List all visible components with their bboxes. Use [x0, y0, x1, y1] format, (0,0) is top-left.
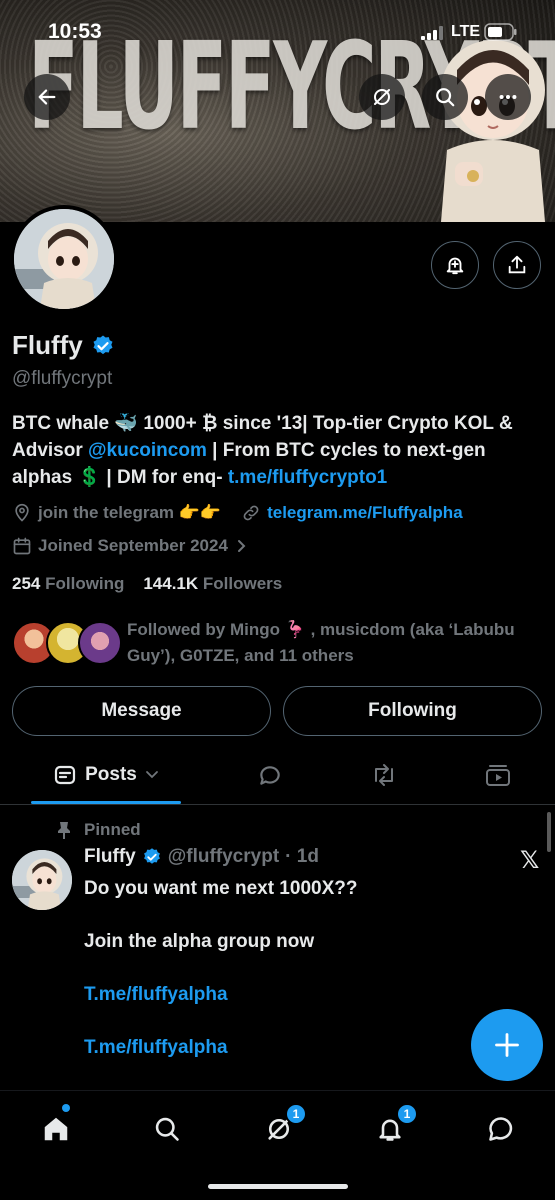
link-icon — [243, 505, 259, 521]
post-text-line: Join the alpha group now — [84, 931, 315, 952]
following-button[interactable]: Following — [283, 686, 542, 736]
nav-notifications[interactable]: 1 — [370, 1103, 418, 1149]
profile-tabs: Posts — [0, 745, 555, 805]
compose-button[interactable] — [471, 1009, 543, 1081]
search-icon — [436, 88, 455, 107]
post-author-handle[interactable]: @fluffycrypt — [168, 846, 279, 868]
home-unread-dot — [62, 1104, 70, 1112]
battery-icon — [484, 23, 517, 41]
calendar-icon — [13, 537, 31, 555]
notify-button[interactable] — [431, 241, 479, 289]
reply-icon — [260, 766, 280, 785]
profile-location: join the telegram 👉👉 — [38, 503, 222, 522]
status-time: 10:53 — [48, 20, 102, 43]
post-time: · 1d — [285, 846, 319, 867]
profile-name: Fluffy — [12, 330, 83, 360]
x-logo-icon[interactable]: 𝕏 — [520, 846, 539, 875]
profile-name-row: Fluffy — [12, 330, 115, 361]
notifications-badge: 1 — [396, 1103, 418, 1125]
tab-media[interactable] — [476, 745, 520, 805]
profile-bio: BTC whale 🐳 1000+ ₿ since '13| Top-tier … — [12, 410, 547, 491]
nav-grok[interactable]: 1 — [259, 1103, 307, 1149]
profile-joined: Joined September 2024 — [38, 536, 228, 555]
follower-avatar — [78, 621, 122, 665]
signal-icon — [421, 26, 443, 40]
following-label: Following — [45, 574, 125, 593]
post-link[interactable]: T.me/fluffyalpha — [84, 1035, 484, 1061]
avatar-illustration — [14, 209, 114, 309]
pinned-label-row: Pinned — [56, 820, 141, 840]
post-author-name[interactable]: Fluffy — [84, 846, 136, 868]
joined-row[interactable]: Joined September 2024 — [12, 536, 248, 556]
post-text-line: Do you want me next 1000X?? — [84, 878, 358, 899]
verified-badge-icon[interactable] — [91, 334, 115, 358]
chevron-right-icon — [237, 540, 246, 552]
following-stat[interactable]: 254 Following — [12, 574, 124, 593]
profile-avatar[interactable] — [10, 205, 118, 313]
profile-handle: @fluffycrypt — [12, 368, 113, 389]
followers-stat[interactable]: 144.1K Followers — [143, 574, 282, 593]
followed-by-row[interactable]: Followed by Mingo 🦩 , musicdom (aka ‘Lab… — [12, 615, 547, 671]
home-icon — [44, 1117, 68, 1141]
message-button[interactable]: Message — [12, 686, 271, 736]
nav-search[interactable] — [147, 1109, 187, 1149]
post-author-avatar[interactable] — [12, 850, 72, 910]
followed-by-text: Followed by Mingo 🦩 , musicdom (aka ‘Lab… — [127, 620, 515, 665]
followers-count: 144.1K — [143, 574, 199, 593]
pin-icon — [58, 822, 70, 839]
nav-messages[interactable] — [481, 1109, 521, 1149]
network-type: LTE — [451, 23, 481, 40]
post-body[interactable]: Do you want me next 1000X?? Join the alp… — [84, 876, 484, 1088]
more-options-button[interactable] — [485, 74, 531, 120]
scrollbar[interactable] — [547, 812, 551, 852]
chevron-down-icon — [145, 771, 158, 779]
plus-icon — [495, 1033, 519, 1057]
share-button[interactable] — [493, 241, 541, 289]
profile-website-link[interactable]: telegram.me/Fluffyalpha — [267, 503, 463, 523]
grok-icon — [374, 89, 390, 105]
verified-badge-icon — [143, 848, 160, 864]
post-link[interactable]: T.me/fluffyalpha — [84, 982, 484, 1008]
repost-icon — [375, 764, 393, 786]
share-icon — [508, 255, 526, 274]
tab-posts-label: Posts — [85, 764, 137, 785]
grok-button[interactable] — [359, 74, 405, 120]
followers-label: Followers — [202, 574, 283, 593]
tab-active-indicator — [31, 801, 181, 804]
arrow-left-icon — [38, 89, 56, 105]
following-count: 254 — [12, 574, 41, 593]
pinned-label: Pinned — [84, 820, 141, 839]
post-header: Fluffy @fluffycrypt · 1d — [84, 846, 319, 868]
status-bar: 10:53 LTE — [0, 0, 555, 60]
grok-badge: 1 — [285, 1103, 307, 1125]
profile-meta-row: join the telegram 👉👉 telegram.me/Fluffya… — [12, 503, 463, 523]
profile-search-button[interactable] — [422, 74, 468, 120]
bio-mention-link[interactable]: @kucoincom — [88, 440, 207, 461]
chat-bubble-icon — [489, 1117, 513, 1141]
bio-telegram-link[interactable]: t.me/fluffycrypto1 — [228, 467, 387, 488]
bell-plus-icon — [446, 257, 464, 275]
location-pin-icon — [15, 503, 29, 522]
follow-stats: 254 Following 144.1K Followers — [12, 574, 282, 594]
nav-home[interactable] — [36, 1109, 76, 1149]
search-icon — [155, 1117, 179, 1141]
tab-replies[interactable] — [248, 745, 292, 805]
tab-posts[interactable]: Posts — [31, 745, 181, 805]
back-button[interactable] — [24, 74, 70, 120]
posts-icon — [55, 765, 76, 785]
home-indicator[interactable] — [208, 1184, 348, 1189]
more-horizontal-icon — [499, 94, 517, 100]
avatar-illustration — [12, 850, 72, 910]
tab-reposts[interactable] — [362, 745, 406, 805]
media-icon — [486, 765, 510, 786]
